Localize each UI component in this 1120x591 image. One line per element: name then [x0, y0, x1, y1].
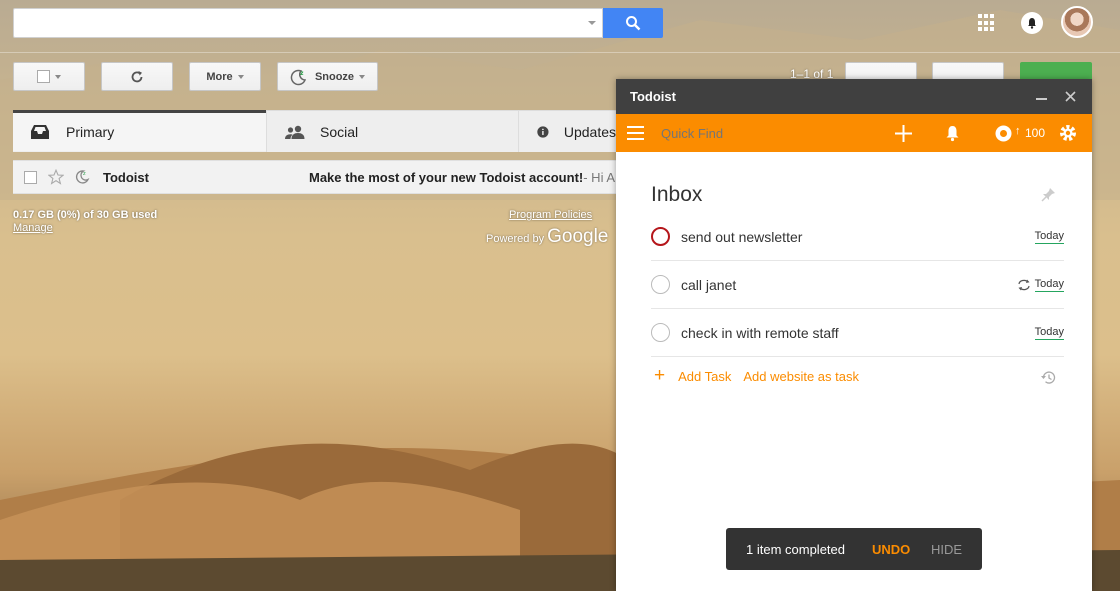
- task-name: send out newsletter: [681, 228, 803, 245]
- karma-arrow-icon: ↑: [1015, 125, 1021, 137]
- karma-icon[interactable]: [995, 125, 1012, 142]
- task-due-date[interactable]: Today: [1034, 230, 1064, 244]
- close-icon[interactable]: [1065, 91, 1076, 102]
- task-name: check in with remote staff: [681, 324, 839, 341]
- google-logo: Google: [547, 226, 609, 247]
- header-divider: [0, 52, 1120, 53]
- tab-updates-label: Updates: [563, 123, 616, 140]
- snooze-moon-icon: z: [290, 69, 307, 85]
- add-icon[interactable]: [895, 125, 912, 142]
- chevron-down-icon: [55, 74, 61, 79]
- more-label: More: [206, 70, 233, 83]
- svg-text:z: z: [83, 171, 86, 177]
- task-checkbox[interactable]: [651, 275, 670, 294]
- search-icon: [626, 16, 641, 31]
- add-task-row: + Add Task Add website as task: [654, 365, 859, 387]
- search-bar[interactable]: [13, 8, 603, 38]
- email-row[interactable]: z Todoist Make the most of your new Todo…: [13, 160, 616, 194]
- todoist-title: Todoist: [630, 89, 676, 104]
- manage-link[interactable]: Manage: [13, 222, 53, 234]
- task-item[interactable]: call janet Today: [651, 261, 1064, 309]
- todoist-toolbar: ↑ 100: [616, 114, 1092, 152]
- star-icon[interactable]: [48, 169, 64, 185]
- refresh-icon: [131, 70, 143, 82]
- inbox-tabs: Primary Social Updates: [13, 110, 616, 152]
- chevron-down-icon: [237, 74, 244, 79]
- tab-social-label: Social: [320, 123, 359, 140]
- undo-button[interactable]: UNDO: [872, 542, 931, 557]
- bell-icon: [1028, 18, 1036, 29]
- account-avatar[interactable]: [1061, 6, 1093, 38]
- task-item[interactable]: check in with remote staff Today: [651, 309, 1064, 357]
- snooze-moon-icon[interactable]: z: [74, 169, 90, 185]
- email-checkbox[interactable]: [24, 170, 37, 184]
- recurring-icon: [1018, 279, 1030, 290]
- history-icon[interactable]: [1040, 370, 1056, 385]
- karma-score: 100: [1025, 126, 1046, 140]
- inbox-tray-icon: [31, 125, 49, 139]
- search-options-caret-icon[interactable]: [588, 21, 596, 25]
- people-icon: [285, 125, 305, 139]
- tab-primary-label: Primary: [66, 124, 115, 140]
- tab-updates[interactable]: Updates: [518, 111, 616, 152]
- toast-message: 1 item completed: [746, 541, 845, 557]
- task-due-date[interactable]: Today: [1034, 278, 1064, 292]
- chevron-down-icon: [359, 74, 366, 79]
- completion-toast: 1 item completed UNDO HIDE: [726, 528, 982, 570]
- search-button[interactable]: [603, 8, 663, 38]
- storage-usage: 0.17 GB (0%) of 30 GB used: [13, 209, 158, 221]
- project-title: Inbox: [651, 183, 703, 206]
- powered-by-label: Powered by: [486, 233, 545, 245]
- bell-icon[interactable]: [945, 125, 960, 142]
- program-policies-link[interactable]: Program Policies: [509, 209, 592, 221]
- select-checkbox-button[interactable]: [13, 62, 85, 91]
- task-checkbox-priority[interactable]: [651, 227, 670, 246]
- todoist-panel: Todoist ↑ 100 Inbox send out newsletter …: [616, 79, 1092, 591]
- add-task-link[interactable]: Add Task: [678, 369, 731, 384]
- snooze-label: Snooze: [314, 70, 355, 83]
- info-icon: [537, 125, 549, 138]
- todoist-titlebar: Todoist: [616, 79, 1092, 114]
- powered-by-google: Powered by Google: [486, 226, 608, 248]
- add-website-link[interactable]: Add website as task: [743, 369, 859, 384]
- svg-text:z: z: [300, 70, 304, 77]
- task-name: call janet: [681, 276, 737, 293]
- select-all-checkbox[interactable]: [37, 70, 50, 83]
- minimize-icon[interactable]: [1036, 98, 1047, 100]
- snooze-button[interactable]: z Snooze: [277, 62, 378, 91]
- email-snippet: - Hi A: [583, 169, 616, 185]
- refresh-button[interactable]: [101, 62, 173, 91]
- task-checkbox[interactable]: [651, 323, 670, 342]
- task-item[interactable]: send out newsletter Today: [651, 213, 1064, 261]
- menu-hamburger-icon[interactable]: [627, 126, 644, 140]
- tab-primary[interactable]: Primary: [13, 110, 266, 151]
- hide-button[interactable]: HIDE: [931, 542, 962, 557]
- task-due-date[interactable]: Today: [1034, 326, 1064, 340]
- search-input[interactable]: [14, 9, 574, 37]
- notifications-button[interactable]: [1021, 12, 1043, 34]
- more-button[interactable]: More: [189, 62, 261, 91]
- pin-icon[interactable]: [1041, 187, 1056, 202]
- apps-grid-icon[interactable]: [978, 14, 996, 32]
- tab-social[interactable]: Social: [266, 111, 518, 152]
- email-sender: Todoist: [103, 169, 149, 185]
- gear-icon[interactable]: [1059, 124, 1077, 142]
- email-subject: Make the most of your new Todoist accoun…: [309, 169, 584, 185]
- quick-find-input[interactable]: [661, 122, 861, 144]
- add-task-plus-icon[interactable]: +: [654, 365, 665, 387]
